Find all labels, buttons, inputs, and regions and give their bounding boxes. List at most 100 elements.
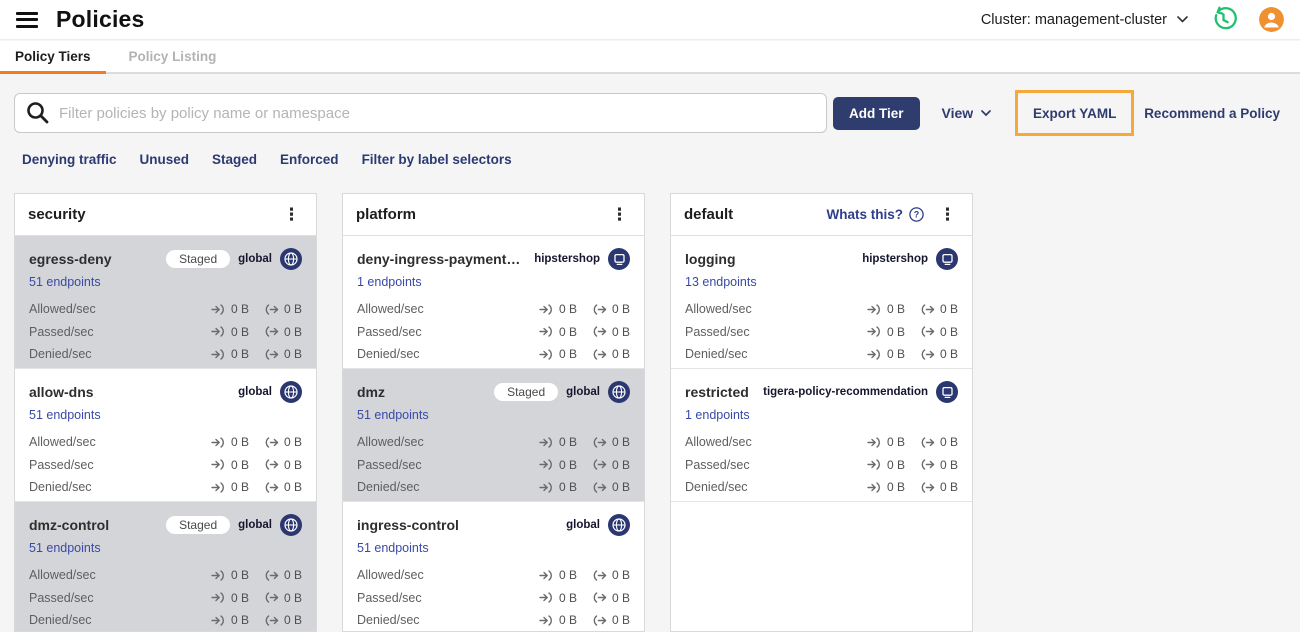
metric-out-value: 0 B bbox=[283, 302, 302, 317]
metrics-list: Allowed/sec 0 B 0 B Passed/sec 0 B 0 B D… bbox=[29, 298, 302, 366]
metric-out-value: 0 B bbox=[283, 613, 302, 628]
endpoints-link[interactable]: 13 endpoints bbox=[685, 275, 757, 289]
metric-label: Allowed/sec bbox=[357, 568, 424, 583]
policy-card[interactable]: deny-ingress-paymentservi… hipstershop 1… bbox=[343, 236, 644, 369]
metric-out-value: 0 B bbox=[939, 324, 958, 339]
metric-in-value: 0 B bbox=[558, 480, 577, 495]
metric-row: Allowed/sec 0 B 0 B bbox=[685, 298, 958, 321]
metric-out-value: 0 B bbox=[611, 347, 630, 362]
metrics-list: Allowed/sec 0 B 0 B Passed/sec 0 B 0 B D… bbox=[29, 564, 302, 631]
tab-policy-tiers[interactable]: Policy Tiers bbox=[0, 41, 106, 74]
filter-denying-traffic[interactable]: Denying traffic bbox=[22, 152, 117, 167]
metric-row: Passed/sec 0 B 0 B bbox=[685, 454, 958, 477]
policy-card[interactable]: ingress-control global 51 endpoints Allo… bbox=[343, 502, 644, 631]
tab-policy-tiers-label: Policy Tiers bbox=[15, 49, 91, 64]
ingress-arrow-icon bbox=[539, 304, 552, 315]
tier-header: platform ⋮ bbox=[343, 194, 644, 236]
metric-in-value: 0 B bbox=[886, 347, 905, 362]
metric-out-value: 0 B bbox=[611, 613, 630, 628]
policies-page: Policies Cluster: management-cluster Pol… bbox=[0, 0, 1300, 632]
tier-column-default: default Whats this? ? ⋮ logging hipsters… bbox=[670, 193, 973, 632]
metric-label: Allowed/sec bbox=[357, 435, 424, 450]
tab-policy-listing[interactable]: Policy Listing bbox=[114, 41, 232, 72]
cluster-selector[interactable]: Cluster: management-cluster bbox=[981, 12, 1188, 28]
egress-arrow-icon bbox=[265, 615, 279, 626]
egress-arrow-icon bbox=[265, 592, 279, 603]
metrics-list: Allowed/sec 0 B 0 B Passed/sec 0 B 0 B D… bbox=[685, 298, 958, 366]
policy-card[interactable]: restricted tigera-policy-recommendation … bbox=[671, 369, 972, 502]
ingress-arrow-icon bbox=[867, 326, 880, 337]
view-dropdown-button[interactable]: View bbox=[942, 105, 992, 121]
tier-body: deny-ingress-paymentservi… hipstershop 1… bbox=[343, 236, 644, 631]
metric-in-value: 0 B bbox=[886, 435, 905, 450]
svg-text:?: ? bbox=[914, 210, 920, 220]
policy-card[interactable]: logging hipstershop 13 endpoints Allowed… bbox=[671, 236, 972, 369]
policy-filter-input[interactable] bbox=[14, 93, 827, 133]
policy-card[interactable]: egress-deny Staged global 51 endpoints A… bbox=[15, 236, 316, 369]
recommend-policy-button[interactable]: Recommend a Policy bbox=[1144, 106, 1280, 121]
endpoints-link[interactable]: 51 endpoints bbox=[29, 541, 101, 555]
tier-header: security ⋮ bbox=[15, 194, 316, 236]
filter-staged[interactable]: Staged bbox=[212, 152, 257, 167]
metrics-list: Allowed/sec 0 B 0 B Passed/sec 0 B 0 B D… bbox=[685, 431, 958, 499]
metric-in-value: 0 B bbox=[558, 435, 577, 450]
globe-icon bbox=[280, 514, 302, 536]
endpoints-link[interactable]: 51 endpoints bbox=[357, 541, 429, 555]
egress-arrow-icon bbox=[593, 304, 607, 315]
tier-menu-icon[interactable]: ⋮ bbox=[608, 204, 631, 225]
ingress-arrow-icon bbox=[211, 326, 224, 337]
policy-scope: hipstershop bbox=[862, 253, 928, 265]
egress-arrow-icon bbox=[265, 437, 279, 448]
egress-arrow-icon bbox=[265, 326, 279, 337]
tier-columns: security ⋮ egress-deny Staged global 51 … bbox=[14, 193, 973, 632]
egress-arrow-icon bbox=[921, 482, 935, 493]
tier-help-link[interactable]: Whats this? ? bbox=[827, 207, 925, 222]
view-label: View bbox=[941, 105, 974, 121]
policy-card[interactable]: allow-dns global 51 endpoints Allowed/se… bbox=[15, 369, 316, 502]
ingress-arrow-icon bbox=[211, 349, 224, 360]
metric-in-value: 0 B bbox=[230, 302, 249, 317]
staged-badge: Staged bbox=[166, 516, 231, 534]
tier-body: logging hipstershop 13 endpoints Allowed… bbox=[671, 236, 972, 502]
namespace-icon bbox=[936, 381, 958, 403]
endpoints-link[interactable]: 51 endpoints bbox=[29, 275, 101, 289]
egress-arrow-icon bbox=[921, 326, 935, 337]
policy-scope: tigera-policy-recommendation bbox=[763, 386, 928, 398]
metric-out-value: 0 B bbox=[611, 590, 630, 605]
user-avatar-icon[interactable] bbox=[1259, 7, 1284, 32]
page-title: Policies bbox=[56, 6, 145, 32]
metric-row: Allowed/sec 0 B 0 B bbox=[357, 564, 630, 587]
policy-name: egress-deny bbox=[29, 251, 112, 267]
filter-enforced[interactable]: Enforced bbox=[280, 152, 339, 167]
menu-icon[interactable] bbox=[16, 11, 38, 28]
metric-in-value: 0 B bbox=[558, 324, 577, 339]
add-tier-button[interactable]: Add Tier bbox=[833, 96, 920, 130]
tier-menu-icon[interactable]: ⋮ bbox=[280, 204, 303, 225]
metric-out-value: 0 B bbox=[283, 590, 302, 605]
metric-in-value: 0 B bbox=[558, 302, 577, 317]
export-yaml-button[interactable]: Export YAML bbox=[1033, 106, 1116, 121]
ingress-arrow-icon bbox=[539, 570, 552, 581]
ingress-arrow-icon bbox=[539, 349, 552, 360]
metric-out-value: 0 B bbox=[939, 435, 958, 450]
policy-scope: global bbox=[238, 519, 272, 531]
endpoints-link[interactable]: 1 endpoints bbox=[685, 408, 750, 422]
filter-unused[interactable]: Unused bbox=[140, 152, 190, 167]
metric-out-value: 0 B bbox=[939, 347, 958, 362]
metric-row: Denied/sec 0 B 0 B bbox=[29, 343, 302, 366]
policy-name: restricted bbox=[685, 384, 749, 400]
endpoints-link[interactable]: 1 endpoints bbox=[357, 275, 422, 289]
endpoints-link[interactable]: 51 endpoints bbox=[357, 408, 429, 422]
filter-by-label-selectors[interactable]: Filter by label selectors bbox=[362, 152, 512, 167]
policy-card[interactable]: dmz Staged global 51 endpoints Allowed/s… bbox=[343, 369, 644, 502]
metric-label: Denied/sec bbox=[357, 613, 420, 628]
metric-row: Denied/sec 0 B 0 B bbox=[29, 609, 302, 631]
policy-card[interactable]: dmz-control Staged global 51 endpoints A… bbox=[15, 502, 316, 631]
history-icon[interactable] bbox=[1210, 6, 1237, 33]
metric-out-value: 0 B bbox=[611, 324, 630, 339]
policy-name: deny-ingress-paymentservi… bbox=[357, 251, 526, 267]
metric-label: Denied/sec bbox=[29, 613, 92, 628]
metric-in-value: 0 B bbox=[886, 457, 905, 472]
tier-menu-icon[interactable]: ⋮ bbox=[936, 204, 959, 225]
endpoints-link[interactable]: 51 endpoints bbox=[29, 408, 101, 422]
